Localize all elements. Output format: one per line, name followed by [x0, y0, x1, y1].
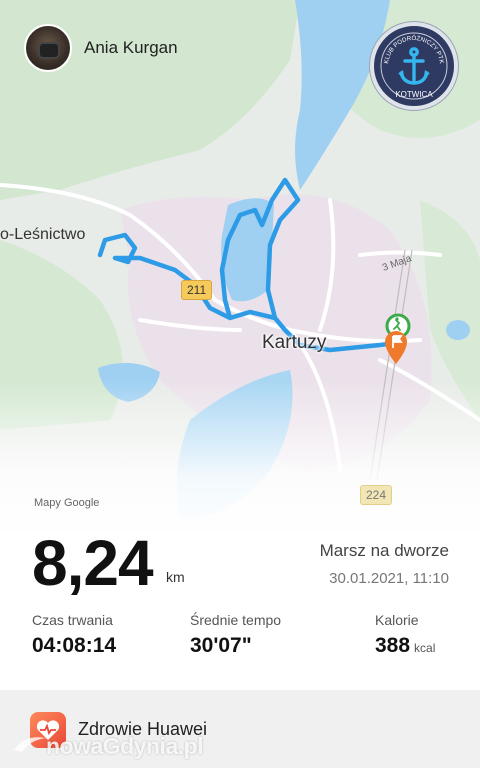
- activity-type: Marsz na dworze: [319, 541, 449, 560]
- calories-stat: 388 kcal: [375, 634, 435, 658]
- map-label-kartuzy: Kartuzy: [262, 332, 327, 353]
- road-badge-211: 211: [181, 280, 213, 300]
- calories-value: 388: [375, 634, 411, 657]
- map-label-lesnictwo: o-Leśnictwo: [0, 226, 86, 243]
- calories-unit: kcal: [414, 641, 436, 655]
- distance-unit: km: [166, 569, 185, 585]
- svg-text:KOTWICA: KOTWICA: [395, 90, 433, 99]
- map-fade: [0, 380, 480, 540]
- pace-value: 30'07": [190, 634, 252, 657]
- anchor-icon: [399, 47, 429, 85]
- duration-value: 04:08:14: [32, 634, 117, 657]
- pace-label: Średnie tempo: [190, 612, 282, 628]
- watermark-text: nowaGdynia.pl: [46, 733, 204, 759]
- finish-flag-marker-icon: [385, 331, 407, 364]
- map-source-label: Mapy Google: [34, 497, 100, 509]
- activity-datetime: 30.01.2021, 11:10: [329, 570, 449, 587]
- duration-label: Czas trwania: [32, 612, 113, 628]
- club-badge-logo: KLUB PODRÓŻNICZY PTK KOTWICA: [370, 22, 458, 110]
- watermark-swoosh-icon: [14, 737, 46, 752]
- avatar[interactable]: [24, 24, 72, 72]
- user-name: Ania Kurgan: [84, 38, 178, 57]
- calories-label: Kalorie: [375, 612, 419, 628]
- road-badge-224: 224: [360, 485, 393, 505]
- distance-value: 8,24: [32, 527, 154, 599]
